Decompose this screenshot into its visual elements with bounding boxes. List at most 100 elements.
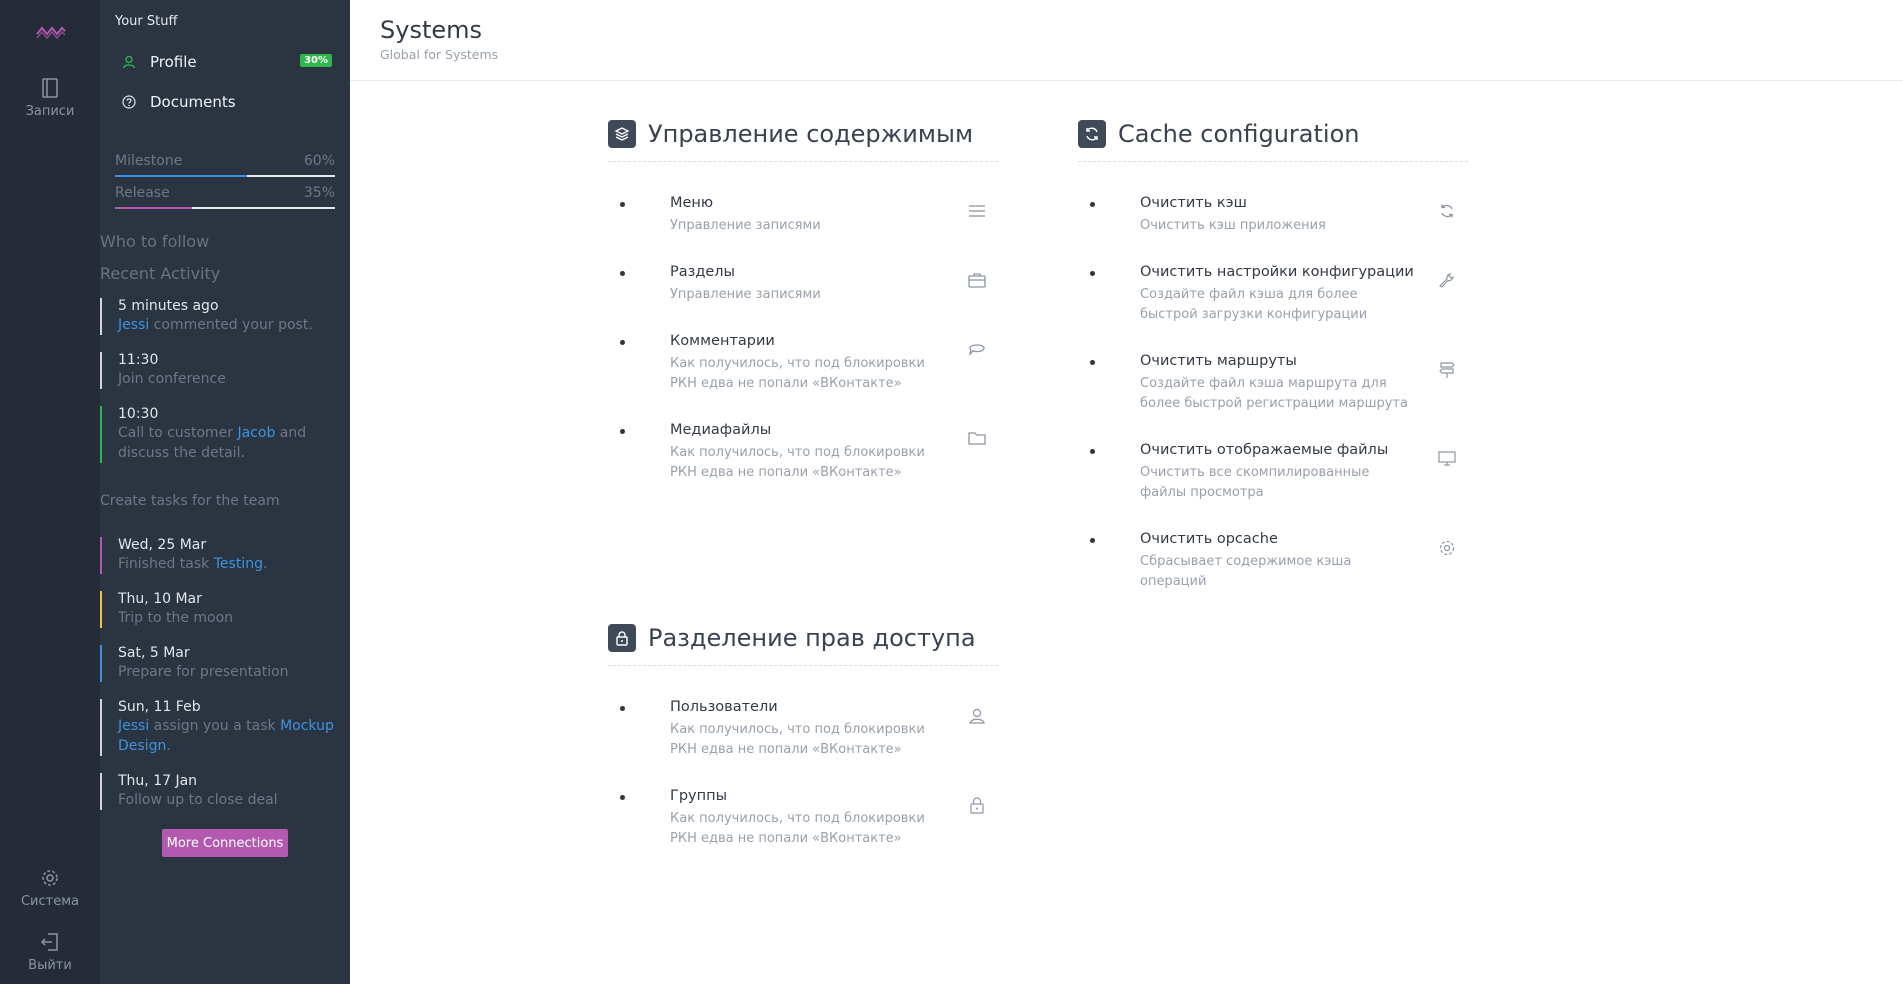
logout-icon: [40, 933, 58, 951]
activity-link[interactable]: Jessi: [118, 317, 149, 333]
page-subtitle: Global for Systems: [380, 47, 499, 62]
item-description: Создайте файл кэша маршрута для более бы…: [1140, 376, 1408, 411]
item-title[interactable]: Группы: [670, 788, 727, 804]
item-title[interactable]: Медиафайлы: [670, 422, 771, 438]
rail-item-system[interactable]: Система: [0, 868, 100, 909]
item-title[interactable]: Очистить настройки конфигурации: [1140, 264, 1414, 280]
activity-link[interactable]: Testing: [214, 556, 263, 572]
release-progress: Release 35%: [115, 185, 335, 209]
item-description: Как получилось, что под блокировки РКН е…: [670, 445, 925, 480]
gear-icon: [42, 870, 58, 886]
user-icon: [122, 55, 136, 69]
nav-item-label: Profile: [150, 53, 197, 71]
gear-icon: [1439, 540, 1455, 556]
more-connections-button[interactable]: More Connections: [162, 829, 288, 857]
activity-item: 11:30 Join conference: [100, 352, 350, 389]
milestone-progress: Milestone 60%: [115, 153, 335, 177]
lock-icon: [608, 623, 636, 652]
your-stuff-heading: Your Stuff: [115, 14, 178, 29]
profile-badge: 30%: [300, 54, 332, 67]
activity-time: Wed, 25 Mar: [118, 537, 207, 553]
user-icon: [969, 708, 985, 724]
activity-text: Prepare for presentation: [118, 664, 289, 680]
activity-text: Finished task: [118, 556, 214, 572]
item-description: Как получилось, что под блокировки РКН е…: [670, 722, 925, 757]
item-title[interactable]: Очистить кэш: [1140, 195, 1247, 211]
refresh-icon: [1441, 204, 1453, 218]
item-title[interactable]: Очистить opcache: [1140, 531, 1278, 547]
item-description: Как получилось, что под блокировки РКН е…: [670, 811, 925, 846]
rail-item-logout[interactable]: Выйти: [0, 932, 100, 973]
release-bar-fill: [115, 207, 192, 209]
activity-plain: Create tasks for the team: [100, 493, 280, 509]
activity-item: Sun, 11 Feb Jessi assign you a task Mock…: [100, 699, 350, 756]
activity-text: Follow up to close deal: [118, 792, 278, 808]
activity-time: 5 minutes ago: [118, 298, 219, 314]
activity-item: 10:30 Call to customer Jacob and discuss…: [100, 406, 350, 463]
main-content: Systems Global for Systems Управление со…: [350, 0, 1903, 984]
bullet: [1090, 538, 1095, 543]
item-description: Как получилось, что под блокировки РКН е…: [670, 356, 925, 391]
lock-icon: [970, 797, 984, 814]
item-title[interactable]: Пользователи: [670, 699, 778, 715]
release-label: Release: [115, 185, 170, 201]
logo-icon[interactable]: [36, 22, 66, 42]
bullet: [620, 340, 625, 345]
activity-item: Wed, 25 Mar Finished task Testing.: [100, 537, 350, 574]
activity-time: 11:30: [118, 352, 159, 368]
release-value: 35%: [303, 185, 335, 201]
help-circle-icon: [122, 95, 136, 109]
activity-time: Thu, 17 Jan: [118, 773, 198, 789]
activity-link[interactable]: Jessi: [118, 718, 149, 734]
milestone-bar-fill: [115, 175, 247, 177]
bullet: [620, 429, 625, 434]
nav-item-profile[interactable]: Profile 30%: [122, 51, 332, 73]
briefcase-icon: [968, 273, 986, 288]
page-title: Systems: [380, 16, 482, 44]
bullet: [620, 706, 625, 711]
recent-activity-heading[interactable]: Recent Activity: [100, 264, 220, 283]
signpost-icon: [1439, 362, 1455, 378]
item-title[interactable]: Меню: [670, 195, 713, 211]
bullet: [1090, 449, 1095, 454]
icon-rail: Записи Система Выйти: [0, 0, 100, 984]
folder-icon: [968, 432, 986, 445]
page-header: Systems Global for Systems: [350, 0, 1903, 81]
item-description: Очистить все скомпилированные файлы прос…: [1140, 465, 1370, 500]
activity-item: Sat, 5 Mar Prepare for presentation: [100, 645, 350, 682]
secondary-sidebar: Your Stuff Profile 30% Documents Milesto…: [100, 0, 350, 984]
activity-text: assign you a task: [149, 718, 281, 734]
monitor-icon: [1438, 451, 1456, 466]
item-description: Управление записями: [670, 218, 821, 233]
content-panel: Управление содержимым Меню Управление за…: [608, 118, 998, 480]
item-description: Создайте файл кэша для более быстрой заг…: [1140, 287, 1368, 322]
activity-text: Call to customer: [118, 425, 238, 441]
cache-panel: Cache configuration Очистить кэш Очистит…: [1078, 118, 1468, 589]
layers-icon: [608, 119, 636, 148]
item-description: Очистить кэш приложения: [1140, 218, 1326, 233]
activity-item: Thu, 10 Mar Trip to the moon: [100, 591, 350, 628]
nav-item-documents[interactable]: Documents: [122, 91, 332, 113]
item-description: Сбрасывает содержимое кэша операций: [1140, 554, 1352, 589]
bullet: [1090, 202, 1095, 207]
activity-text: .: [262, 556, 268, 572]
activity-text: commented your post.: [149, 317, 313, 333]
access-panel: Разделение прав доступа Пользователи Как…: [608, 622, 998, 846]
item-title[interactable]: Разделы: [670, 264, 735, 280]
rail-item-records[interactable]: Записи: [0, 78, 100, 119]
nav-item-label: Documents: [150, 93, 236, 111]
notebook-icon: [42, 78, 58, 98]
bullet: [620, 795, 625, 800]
bullet: [620, 202, 625, 207]
item-title[interactable]: Комментарии: [670, 333, 775, 349]
activity-time: Thu, 10 Mar: [118, 591, 202, 607]
panel-title: Cache configuration: [1118, 119, 1360, 148]
bullet: [620, 271, 625, 276]
item-description: Управление записями: [670, 287, 821, 302]
who-to-follow-heading[interactable]: Who to follow: [100, 232, 209, 251]
activity-item: Thu, 17 Jan Follow up to close deal: [100, 773, 350, 810]
item-title[interactable]: Очистить маршруты: [1140, 353, 1297, 369]
item-title[interactable]: Очистить отображаемые файлы: [1140, 442, 1388, 458]
rail-item-label: Система: [20, 894, 80, 909]
activity-link[interactable]: Jacob: [237, 425, 275, 441]
